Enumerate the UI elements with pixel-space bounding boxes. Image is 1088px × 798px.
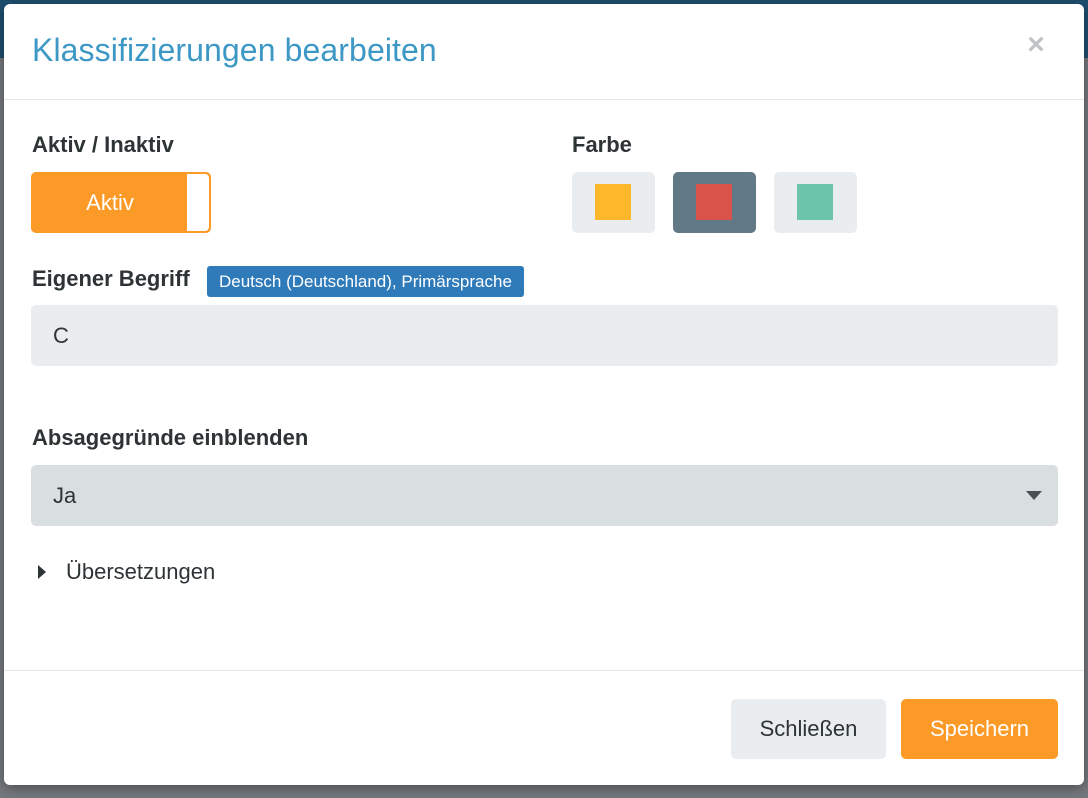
- color-label: Farbe: [572, 132, 632, 157]
- save-button[interactable]: Speichern: [901, 699, 1058, 759]
- status-label: Aktiv / Inaktiv: [32, 132, 174, 157]
- toggle-knob: [187, 174, 209, 231]
- caret-right-icon: [38, 565, 46, 579]
- chevron-down-icon: [1026, 491, 1042, 500]
- edit-classification-dialog: Klassifizierungen bearbeiten × Aktiv / I…: [4, 4, 1084, 785]
- rejection-reasons-select[interactable]: Ja: [31, 465, 1058, 526]
- color-square-teal: [797, 184, 833, 220]
- rejection-reasons-value: Ja: [53, 483, 77, 508]
- close-icon[interactable]: ×: [1022, 30, 1050, 60]
- dialog-title: Klassifizierungen bearbeiten: [32, 32, 437, 68]
- close-button[interactable]: Schließen: [731, 699, 886, 759]
- status-toggle[interactable]: Aktiv: [31, 172, 211, 233]
- translations-toggle[interactable]: Übersetzungen: [38, 556, 215, 588]
- color-square-orange: [595, 184, 631, 220]
- rejection-reasons-label: Absagegründe einblenden: [32, 425, 309, 450]
- dialog-header: Klassifizierungen bearbeiten ×: [4, 4, 1084, 100]
- color-square-red: [696, 184, 732, 220]
- term-input[interactable]: [31, 305, 1058, 366]
- language-badge: Deutsch (Deutschland), Primärsprache: [207, 266, 524, 297]
- color-swatch-teal[interactable]: [774, 172, 857, 233]
- color-swatch-red[interactable]: [673, 172, 756, 233]
- term-label: Eigener Begriff: [32, 266, 190, 291]
- translations-label: Übersetzungen: [66, 559, 216, 584]
- dialog-footer: Schließen Speichern: [4, 670, 1084, 785]
- status-toggle-text: Aktiv: [86, 190, 134, 215]
- color-swatch-orange[interactable]: [572, 172, 655, 233]
